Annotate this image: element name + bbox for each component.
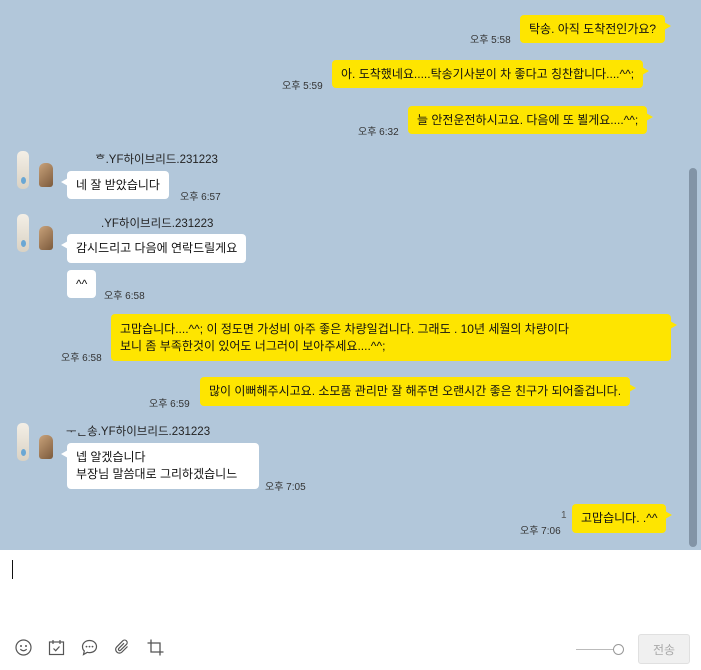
my-message-bubble[interactable]: 아. 도착했네요.....탁송기사분이 차 좋다고 칭찬합니다....^^; [332, 60, 650, 88]
my-message-bubble[interactable]: 많이 이뻐해주시고요. 소모품 관리만 잘 해주면 오랜시간 좋은 친구가 되어… [200, 377, 637, 406]
emoji-icon[interactable] [14, 638, 33, 657]
send-button[interactable]: 전송 [638, 634, 690, 664]
sender-name: ᄒ.YF하이브리드.231223 [95, 154, 218, 166]
other-message-bubble[interactable]: 감시드리고 다음에 연락드릴게요 [60, 234, 247, 263]
message-line: 보니 좀 부족한것이 있어도 너그러이 보아주세요....^^; [120, 338, 386, 353]
my-message-bubble[interactable]: 늘 안전운전하시고요. 다음에 또 뵐게요....^^; [408, 106, 654, 134]
crop-icon[interactable] [146, 638, 165, 657]
message-time: 오후 6:32 [358, 127, 399, 138]
text-cursor [12, 560, 13, 579]
other-message-bubble[interactable]: 넵 알겠습니다 부장님 말씀대로 그리하겠습니느 [61, 443, 259, 489]
message-line: 부장님 말씀대로 그리하겠습니느 [76, 467, 238, 481]
message-time: 오후 5:59 [282, 81, 323, 92]
my-message-bubble[interactable]: 고맙습니다. .^^ [572, 504, 673, 533]
other-message-bubble[interactable]: ^^ [67, 270, 97, 298]
message-time: 오후 6:59 [149, 399, 190, 410]
message-time: 오후 7:05 [265, 482, 306, 493]
chat-scrollbar[interactable] [689, 168, 697, 547]
message-input-area[interactable]: 전송 [0, 550, 701, 670]
message-time: 오후 6:57 [180, 192, 221, 203]
my-message-bubble[interactable]: 탁송. 아직 도착전인가요? [520, 15, 672, 43]
chat-message-area[interactable]: 탁송. 아직 도착전인가요? 오후 5:58 아. 도착했네요.....탁송기사… [0, 0, 701, 550]
unread-count: 1 [561, 510, 567, 521]
message-line: 고맙습니다....^^; 이 정도면 가성비 아주 좋은 차량일겁니다. 그래도… [120, 321, 569, 336]
message-time: 오후 6:58 [104, 291, 145, 302]
message-line: 넵 알겠습니다 [76, 450, 146, 464]
sender-avatar[interactable] [17, 423, 57, 463]
other-message-bubble[interactable]: 네 잘 받았습니다 [61, 171, 169, 199]
input-toolbar [14, 638, 165, 657]
calendar-icon[interactable] [47, 638, 66, 657]
sender-name: ᅮᆫ송.YF하이브리드.231223 [66, 426, 211, 438]
sender-name: .YF하이브리드.231223 [101, 218, 214, 230]
sender-avatar[interactable] [17, 151, 57, 191]
sender-avatar[interactable] [17, 214, 57, 254]
my-message-bubble[interactable]: 고맙습니다....^^; 이 정도면 가성비 아주 좋은 차량일겁니다. 그래도… [111, 314, 677, 361]
message-time: 오후 6:58 [61, 353, 102, 364]
paperclip-icon[interactable] [113, 638, 132, 657]
chat-bubble-icon[interactable] [80, 638, 99, 657]
message-time: 오후 7:06 [520, 526, 561, 537]
message-time: 오후 5:58 [470, 35, 511, 46]
opacity-slider-knob[interactable] [613, 644, 624, 655]
